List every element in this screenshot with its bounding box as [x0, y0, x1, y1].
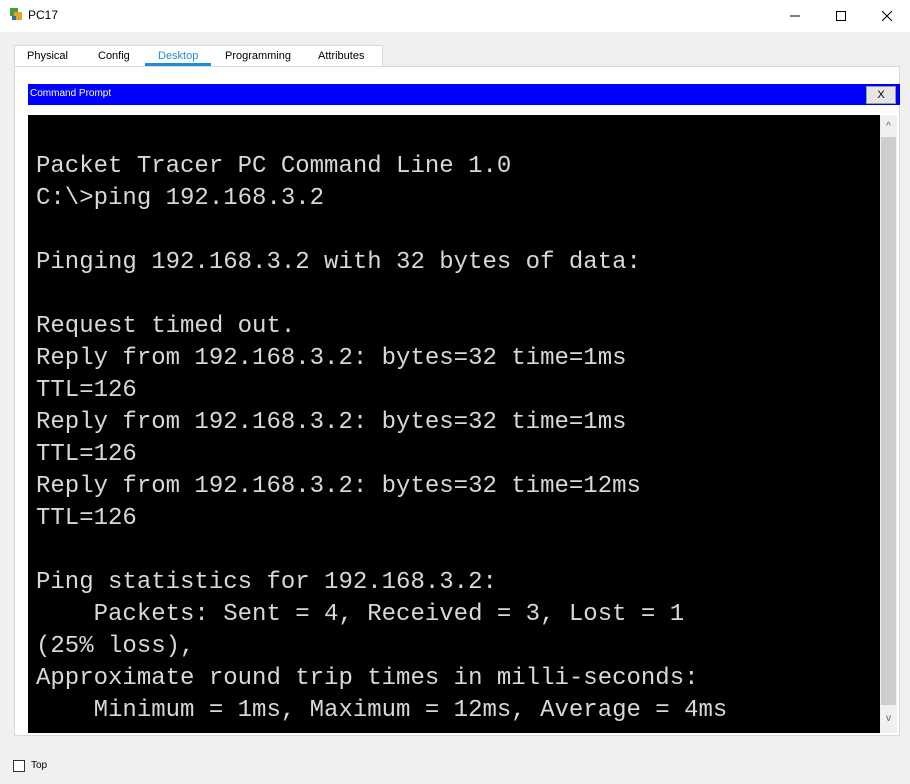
terminal-line: TTL=126: [36, 505, 137, 532]
terminal-text: Packet Tracer PC Command Line 1.0 C:\>pin…: [36, 151, 876, 727]
terminal-line: Pinging 192.168.3.2 with 32 bytes of dat…: [36, 249, 641, 276]
terminal-line: C:\>ping 192.168.3.2: [36, 185, 325, 212]
maximize-icon: [836, 11, 846, 21]
terminal-line: Reply from 192.168.3.2: bytes=32 time=12…: [36, 473, 641, 500]
terminal-line: Approximate round trip times in milli-se…: [36, 665, 699, 692]
terminal-line: Ping statistics for 192.168.3.2:: [36, 569, 497, 596]
title-bar: PC17: [0, 0, 910, 32]
scroll-up-arrow-icon[interactable]: ^: [880, 121, 897, 135]
tab-physical[interactable]: Physical: [27, 50, 68, 62]
minimize-button[interactable]: [772, 0, 818, 32]
terminal-output[interactable]: Packet Tracer PC Command Line 1.0 C:\>pin…: [28, 115, 880, 733]
terminal-line: TTL=126: [36, 441, 137, 468]
command-prompt-title: Command Prompt: [30, 88, 112, 99]
pc17-window: PC17 Physical Config Desktop Programming…: [0, 0, 910, 784]
tab-desktop[interactable]: Desktop: [158, 50, 198, 62]
close-icon: [882, 11, 892, 21]
terminal-line: Packets: Sent = 4, Received = 3, Lost = …: [36, 601, 685, 628]
terminal-line: Reply from 192.168.3.2: bytes=32 time=1m…: [36, 409, 627, 436]
tab-attributes[interactable]: Attributes: [318, 50, 364, 62]
tab-programming[interactable]: Programming: [225, 50, 291, 62]
scroll-thumb[interactable]: [881, 137, 896, 705]
maximize-button[interactable]: [818, 0, 864, 32]
terminal-line: TTL=126: [36, 377, 137, 404]
close-button[interactable]: [864, 0, 910, 32]
command-prompt-close-button[interactable]: X: [866, 86, 896, 104]
command-prompt-header: Command Prompt: [28, 84, 900, 105]
terminal-scrollbar[interactable]: ^ v: [880, 115, 897, 733]
minimize-icon: [790, 15, 800, 17]
tab-config[interactable]: Config: [98, 50, 130, 62]
terminal-line: Request timed out.: [36, 313, 296, 340]
top-checkbox-label: Top: [31, 760, 48, 771]
terminal-line: Minimum = 1ms, Maximum = 12ms, Average =…: [36, 697, 728, 724]
terminal-line: Reply from 192.168.3.2: bytes=32 time=1m…: [36, 345, 627, 372]
terminal-line: Packet Tracer PC Command Line 1.0: [36, 153, 512, 180]
window-title: PC17: [28, 8, 59, 22]
top-checkbox[interactable]: [13, 760, 25, 772]
tab-bar: Physical Config Desktop Programming Attr…: [14, 45, 383, 67]
terminal-line: (25% loss),: [36, 633, 195, 660]
packet-tracer-pc-icon: [10, 8, 22, 20]
scroll-down-arrow-icon[interactable]: v: [880, 713, 897, 727]
